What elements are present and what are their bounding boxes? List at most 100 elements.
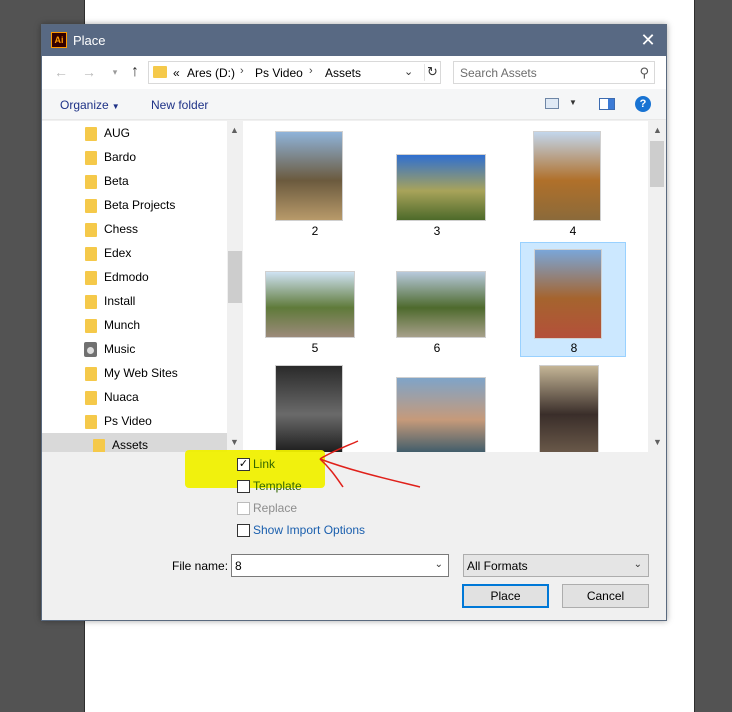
show-import-options-label[interactable]: Show Import Options bbox=[253, 523, 365, 537]
tree-item-munch[interactable]: Munch bbox=[42, 313, 227, 337]
tree-item-beta-projects[interactable]: Beta Projects bbox=[42, 193, 227, 217]
address-dropdown-icon[interactable]: ⌄ bbox=[404, 65, 413, 78]
image-thumbnail bbox=[534, 249, 602, 339]
file-tile-4[interactable]: 4 bbox=[520, 125, 626, 240]
tree-item-label: Install bbox=[104, 294, 136, 308]
cancel-button[interactable]: Cancel bbox=[562, 584, 649, 608]
link-label[interactable]: Link bbox=[253, 457, 275, 471]
tree-item-bardo[interactable]: Bardo bbox=[42, 145, 227, 169]
link-checkbox[interactable]: ✓ bbox=[237, 458, 250, 471]
tree-item-ps-video[interactable]: Ps Video bbox=[42, 409, 227, 433]
replace-label: Replace bbox=[253, 501, 298, 515]
breadcrumb-drive[interactable]: Ares (D:) bbox=[187, 66, 235, 80]
view-options-chevron-icon[interactable]: ▼ bbox=[569, 98, 577, 107]
file-tile-6[interactable]: 6 bbox=[384, 242, 490, 357]
change-view-icon[interactable] bbox=[545, 98, 559, 109]
search-icon: ⚲ bbox=[639, 65, 649, 80]
folder-icon bbox=[93, 439, 105, 452]
file-label: 6 bbox=[433, 341, 441, 355]
chevron-down-icon: ⌄ bbox=[633, 559, 642, 570]
template-checkbox[interactable] bbox=[237, 480, 250, 493]
folder-icon bbox=[85, 319, 97, 333]
breadcrumb-assets[interactable]: Assets bbox=[325, 66, 361, 80]
tree-item-music[interactable]: Music bbox=[42, 337, 227, 361]
file-tile-2[interactable]: 2 bbox=[262, 125, 368, 240]
image-thumbnail bbox=[396, 271, 486, 338]
tree-item-label: Music bbox=[104, 342, 136, 356]
scroll-up-icon[interactable]: ▲ bbox=[230, 125, 239, 135]
new-folder-button[interactable]: New folder bbox=[151, 98, 208, 112]
tree-item-edex[interactable]: Edex bbox=[42, 241, 227, 265]
tree-item-nuaca[interactable]: Nuaca bbox=[42, 385, 227, 409]
file-tile-portrait-1[interactable] bbox=[262, 359, 368, 452]
tree-item-label: Beta Projects bbox=[104, 198, 176, 212]
template-label[interactable]: Template bbox=[253, 479, 302, 493]
scroll-down-icon[interactable]: ▼ bbox=[230, 437, 239, 447]
tree-item-label: Chess bbox=[104, 222, 139, 236]
file-label: 8 bbox=[570, 341, 578, 355]
tree-item-label: Edmodo bbox=[104, 270, 149, 284]
folder-icon bbox=[85, 391, 97, 405]
tree-item-edmodo[interactable]: Edmodo bbox=[42, 265, 227, 289]
breadcrumb-overflow[interactable]: « bbox=[173, 66, 180, 80]
scrollbar-thumb[interactable] bbox=[650, 141, 664, 187]
breadcrumb-separator-icon[interactable]: › bbox=[240, 65, 244, 77]
file-tile-portrait-2[interactable] bbox=[384, 359, 490, 452]
breadcrumb-separator-icon[interactable]: › bbox=[309, 65, 313, 77]
scroll-up-icon[interactable]: ▲ bbox=[653, 125, 662, 135]
forward-arrow-icon[interactable]: → bbox=[80, 63, 98, 81]
tree-item-label: Edex bbox=[104, 246, 132, 260]
file-name-value: 8 bbox=[235, 559, 242, 573]
show-import-options-checkbox[interactable] bbox=[237, 524, 250, 537]
file-label: 2 bbox=[311, 224, 319, 238]
file-tile-8[interactable]: 8 bbox=[520, 242, 626, 357]
tree-item-chess[interactable]: Chess bbox=[42, 217, 227, 241]
help-icon[interactable]: ? bbox=[635, 96, 651, 112]
place-button[interactable]: Place bbox=[462, 584, 549, 608]
tree-item-my-web-sites[interactable]: My Web Sites bbox=[42, 361, 227, 385]
folder-icon bbox=[85, 295, 97, 309]
image-thumbnail bbox=[533, 131, 601, 221]
file-name-field[interactable]: 8 ⌄ bbox=[231, 554, 449, 577]
refresh-icon[interactable]: ↻ bbox=[424, 64, 440, 81]
tree-item-beta[interactable]: Beta bbox=[42, 169, 227, 193]
tree-item-aug[interactable]: AUG bbox=[42, 121, 227, 145]
file-name-label: File name: bbox=[172, 559, 229, 573]
back-arrow-icon[interactable]: ← bbox=[52, 63, 70, 81]
file-label: 4 bbox=[569, 224, 577, 238]
close-icon[interactable]: ✕ bbox=[638, 30, 658, 50]
recent-locations-chevron-icon[interactable]: ▾ bbox=[106, 63, 124, 81]
chevron-down-icon[interactable]: ⌄ bbox=[435, 559, 443, 570]
up-folder-arrow-icon[interactable]: ↑ bbox=[126, 63, 144, 81]
breadcrumb-ps-video[interactable]: Ps Video bbox=[255, 66, 303, 80]
search-placeholder: Search Assets bbox=[460, 66, 537, 80]
folder-tree-scrollbar[interactable]: ▲ ▼ bbox=[227, 121, 243, 452]
folder-icon bbox=[85, 367, 97, 381]
file-tile-portrait-3[interactable] bbox=[520, 359, 626, 452]
file-grid-scrollbar[interactable]: ▲ ▼ bbox=[648, 121, 666, 452]
image-thumbnail bbox=[396, 377, 486, 452]
image-thumbnail bbox=[396, 154, 486, 221]
scrollbar-thumb[interactable] bbox=[228, 251, 242, 303]
tree-item-label: Munch bbox=[104, 318, 141, 332]
image-thumbnail bbox=[275, 365, 343, 452]
scroll-down-icon[interactable]: ▼ bbox=[653, 437, 662, 447]
folder-icon bbox=[85, 175, 97, 189]
image-thumbnail bbox=[539, 365, 599, 452]
folder-icon bbox=[85, 127, 97, 141]
address-bar[interactable]: « Ares (D:) › Ps Video › Assets ⌄ ↻ bbox=[148, 61, 441, 84]
music-library-icon bbox=[84, 342, 97, 357]
tree-item-label: AUG bbox=[104, 126, 131, 140]
folder-icon bbox=[153, 66, 167, 78]
command-toolbar: Organize ▼ New folder ▼ ? bbox=[42, 89, 666, 120]
file-format-select[interactable]: All Formats ⌄ bbox=[463, 554, 649, 577]
file-label: 5 bbox=[311, 341, 319, 355]
search-input[interactable]: Search Assets ⚲ bbox=[453, 61, 655, 84]
preview-pane-icon[interactable] bbox=[599, 98, 615, 110]
file-tile-3[interactable]: 3 bbox=[384, 125, 490, 240]
tree-item-label: My Web Sites bbox=[104, 366, 178, 380]
file-tile-5[interactable]: 5 bbox=[262, 242, 368, 357]
image-thumbnail bbox=[265, 271, 355, 338]
organize-button[interactable]: Organize ▼ bbox=[60, 98, 120, 112]
tree-item-install[interactable]: Install bbox=[42, 289, 227, 313]
